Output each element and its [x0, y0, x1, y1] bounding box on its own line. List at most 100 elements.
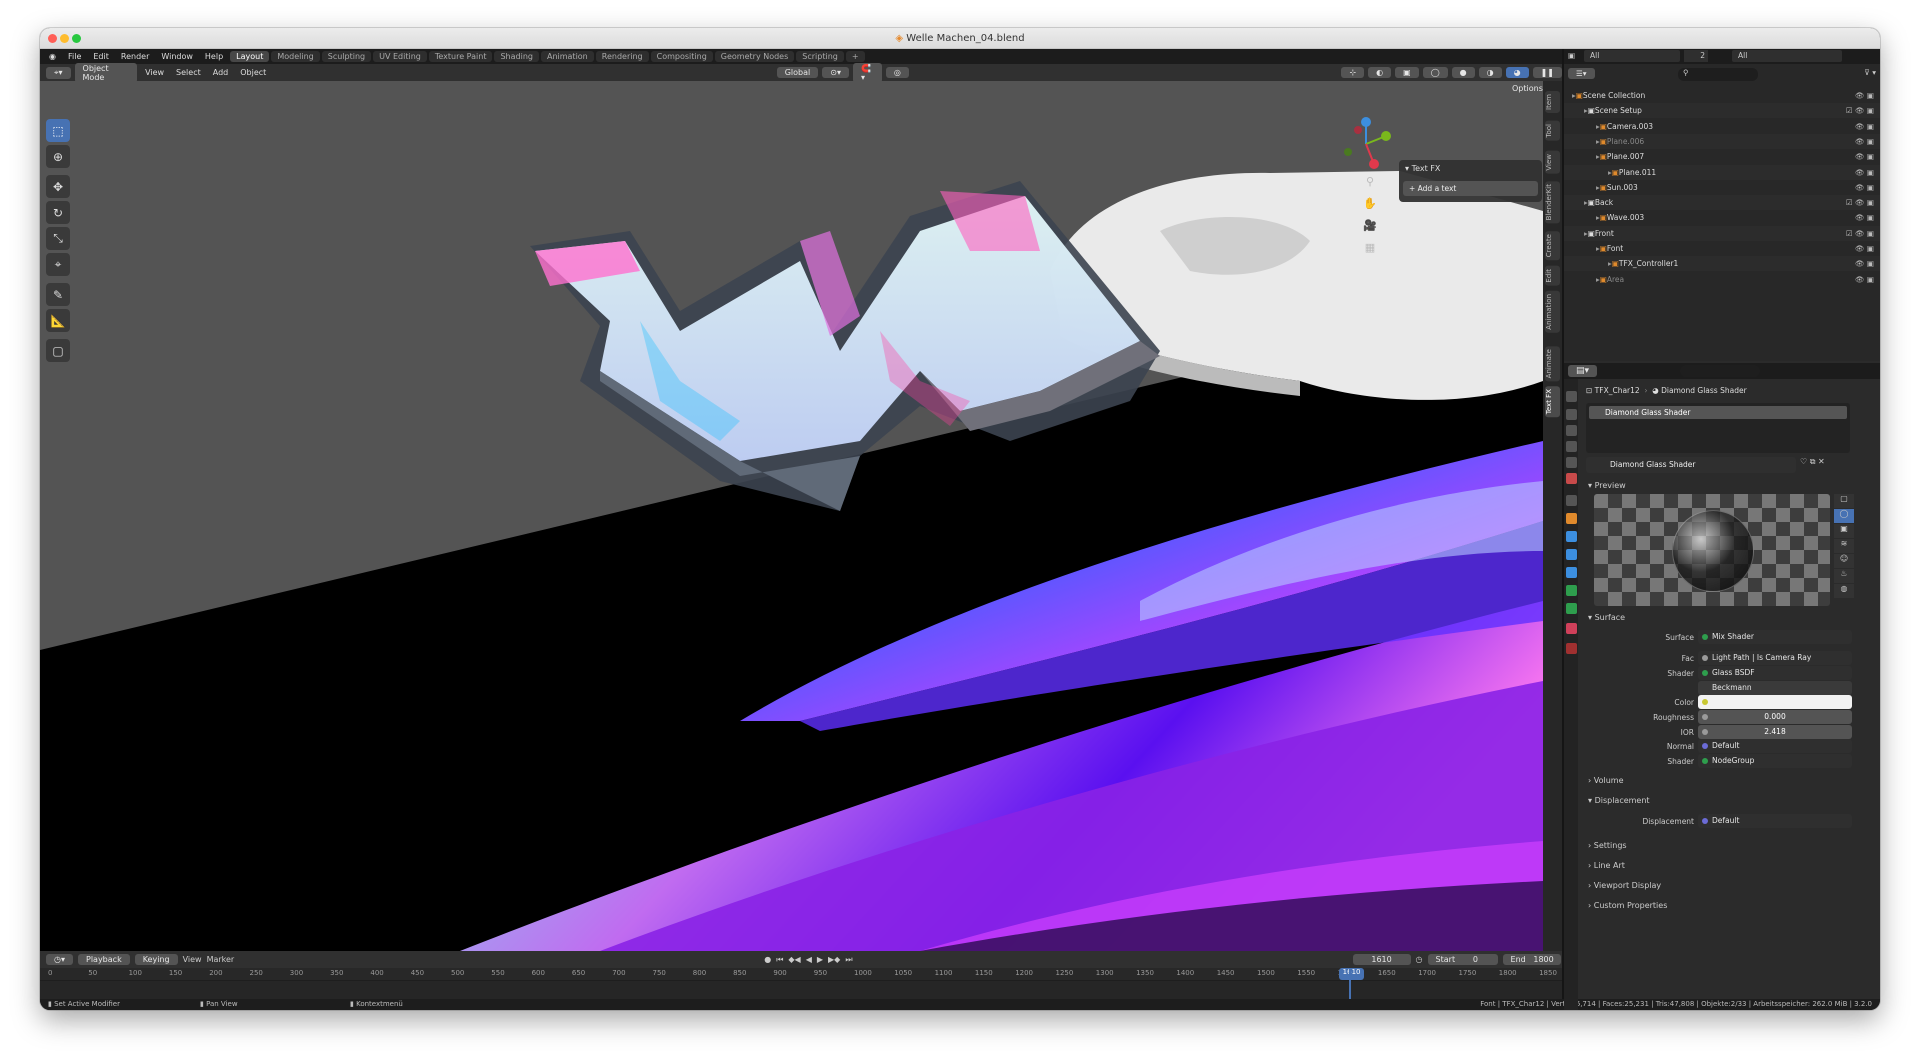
- menu-file[interactable]: File: [63, 52, 86, 61]
- outliner-row[interactable]: ▸ ▣ Area 👁 ▣: [1564, 272, 1880, 287]
- shading-material-icon[interactable]: ◑: [1478, 67, 1502, 78]
- shader-input-field[interactable]: Default: [1698, 739, 1852, 753]
- outliner-row[interactable]: ▸ ▣ Wave.003 👁 ▣: [1564, 210, 1880, 225]
- tab-item[interactable]: Item: [1545, 91, 1560, 113]
- modifier-tab-icon[interactable]: [1566, 531, 1577, 542]
- playback-dropdown[interactable]: Playback: [78, 954, 130, 965]
- shader-input-field[interactable]: [1698, 695, 1852, 709]
- texture-tab-icon[interactable]: [1566, 643, 1577, 654]
- view-layer-field[interactable]: All: [1732, 50, 1842, 62]
- pan-view-icon[interactable]: ✋: [1358, 191, 1382, 215]
- volume-section-header[interactable]: › Volume: [1588, 776, 1624, 785]
- outliner-search-input[interactable]: ⚲: [1678, 68, 1758, 81]
- outliner-row[interactable]: ▸ ▣ Sun.003 👁 ▣: [1564, 180, 1880, 195]
- outliner[interactable]: ▣ All 2 All ☰▾ ⚲ ⊽ ▾ ▸ ▣ Scene Collectio…: [1564, 49, 1880, 361]
- gizmo-toggle-icon[interactable]: ⊹: [1341, 67, 1365, 78]
- shading-rendered-icon[interactable]: ◕: [1505, 67, 1529, 78]
- data-tab-icon[interactable]: [1566, 603, 1577, 614]
- object-tab-icon[interactable]: [1566, 513, 1577, 524]
- outliner-row[interactable]: ▸ ▣ TFX_Controller1 👁 ▣: [1564, 256, 1880, 272]
- world-tab-icon[interactable]: [1566, 473, 1577, 484]
- timeline-menu-view[interactable]: View: [183, 955, 202, 964]
- menu-edit[interactable]: Edit: [88, 52, 114, 61]
- overlay-toggle-icon[interactable]: ◐: [1368, 67, 1392, 78]
- outliner-row[interactable]: ▸ ▣ Scene Setup ☑ 👁 ▣: [1564, 103, 1880, 119]
- menu-object[interactable]: Object: [236, 68, 270, 77]
- fake-user-icon[interactable]: ♡: [1800, 457, 1807, 466]
- select-box-tool-icon[interactable]: ⬚: [46, 119, 70, 142]
- scene-field[interactable]: All: [1584, 50, 1680, 62]
- playhead[interactable]: [1348, 969, 1351, 999]
- visibility-icons[interactable]: 👁 ▣: [1855, 168, 1874, 177]
- shading-solid-icon[interactable]: ●: [1451, 67, 1475, 78]
- visibility-icons[interactable]: 👁 ▣: [1855, 122, 1874, 131]
- end-frame-field[interactable]: End 1800: [1502, 954, 1561, 965]
- properties-editor-type-icon[interactable]: ▤▾: [1568, 365, 1598, 377]
- preview-sphere-icon[interactable]: ◯: [1834, 509, 1854, 523]
- workspace-tab-texture-paint[interactable]: Texture Paint: [428, 51, 493, 62]
- preview-fluid-icon[interactable]: ♨: [1834, 569, 1854, 583]
- scale-tool-icon[interactable]: ⤡: [46, 227, 70, 250]
- rotate-tool-icon[interactable]: ↻: [46, 201, 70, 224]
- outliner-row[interactable]: ▸ ▣ Font 👁 ▣: [1564, 241, 1880, 256]
- line-art-section-header[interactable]: › Line Art: [1588, 861, 1625, 870]
- shader-input-field[interactable]: Glass BSDF: [1698, 666, 1852, 680]
- preview-section-header[interactable]: ▾ Preview: [1588, 481, 1626, 490]
- options-dropdown[interactable]: Options: [1504, 83, 1543, 94]
- displacement-section-header[interactable]: ▾ Displacement: [1588, 796, 1650, 805]
- material-slot-item[interactable]: Diamond Glass Shader: [1589, 406, 1847, 419]
- transform-orientation-dropdown[interactable]: Global: [776, 67, 819, 78]
- menu-window[interactable]: Window: [156, 52, 198, 61]
- visibility-icons[interactable]: ☑ 👁 ▣: [1846, 229, 1874, 238]
- start-frame-field[interactable]: Start 0: [1427, 954, 1498, 965]
- workspace-tab-compositing[interactable]: Compositing: [650, 51, 713, 62]
- physics-tab-icon[interactable]: [1566, 567, 1577, 578]
- jump-keyframe-back-icon[interactable]: ◆◀: [788, 955, 800, 964]
- menu-view[interactable]: View: [141, 68, 168, 77]
- 3d-viewport[interactable]: ⬚ ⊕ ✥ ↻ ⤡ ⌖ ✎ 📐 ▢ ⚲ ✋ 🎥 ▦ ▾ Text FX + Ad…: [40, 81, 1543, 951]
- tab-animation[interactable]: Animation: [1545, 291, 1560, 333]
- xray-toggle-icon[interactable]: ▣: [1395, 67, 1419, 78]
- tab-edit[interactable]: Edit: [1545, 266, 1560, 286]
- visibility-icons[interactable]: 👁 ▣: [1855, 183, 1874, 192]
- minimize-window-button[interactable]: [60, 34, 69, 43]
- custom-properties-section-header[interactable]: › Custom Properties: [1588, 901, 1667, 910]
- ortho-toggle-icon[interactable]: ▦: [1358, 235, 1382, 259]
- navigation-gizmo[interactable]: [1336, 114, 1396, 174]
- collection-tab-icon[interactable]: [1566, 495, 1577, 506]
- outliner-row[interactable]: ▸ ▣ Scene Collection 👁 ▣: [1564, 88, 1880, 103]
- workspace-tab-rendering[interactable]: Rendering: [595, 51, 649, 62]
- workspace-tab-shading[interactable]: Shading: [494, 51, 539, 62]
- view-layer-tab-icon[interactable]: [1566, 441, 1577, 452]
- preview-shaderball-icon[interactable]: ◍: [1834, 584, 1854, 598]
- shader-input-field[interactable]: 0.000: [1698, 710, 1852, 724]
- editor-type-dropdown[interactable]: ⌖▾: [46, 66, 71, 79]
- snap-icon[interactable]: 🧲▾: [852, 62, 882, 83]
- outliner-row[interactable]: ▸ ▣ Plane.006 👁 ▣: [1564, 133, 1880, 149]
- annotate-tool-icon[interactable]: ✎: [46, 283, 70, 306]
- timeline-ruler[interactable]: 0 50 100 150 200 250 300 350 400 450 500 550 600 650 7…: [40, 968, 1562, 980]
- outliner-row[interactable]: ▸ ▣ Plane.007 👁 ▣: [1564, 149, 1880, 164]
- visibility-icons[interactable]: ☑ 👁 ▣: [1846, 106, 1874, 115]
- visibility-icons[interactable]: 👁 ▣: [1855, 259, 1874, 268]
- measure-tool-icon[interactable]: 📐: [46, 309, 70, 332]
- pivot-icon[interactable]: ⊙▾: [822, 67, 849, 78]
- outliner-row[interactable]: ▸ ▣ Back ☑ 👁 ▣: [1564, 195, 1880, 211]
- visibility-icons[interactable]: 👁 ▣: [1855, 152, 1874, 161]
- outliner-row[interactable]: ▸ ▣ Front ☑ 👁 ▣: [1564, 225, 1880, 241]
- preview-flat-icon[interactable]: ▢: [1834, 494, 1854, 508]
- camera-view-icon[interactable]: 🎥: [1358, 213, 1382, 237]
- material-name-field[interactable]: Diamond Glass Shader: [1586, 457, 1796, 473]
- properties-editor[interactable]: ▤▾ ⊡ TFX_Char12 › ◕ Diamond Glass Shader…: [1564, 363, 1880, 1010]
- shader-input-field[interactable]: Beckmann: [1698, 681, 1852, 695]
- particles-tab-icon[interactable]: [1566, 549, 1577, 560]
- workspace-tab-modeling[interactable]: Modeling: [271, 51, 320, 62]
- material-tab-icon[interactable]: [1566, 623, 1577, 634]
- material-slot-list[interactable]: Diamond Glass Shader: [1586, 403, 1850, 453]
- blender-logo-icon[interactable]: ◉: [44, 52, 61, 61]
- visibility-icons[interactable]: ☑ 👁 ▣: [1846, 198, 1874, 207]
- visibility-icons[interactable]: 👁 ▣: [1855, 275, 1874, 284]
- settings-section-header[interactable]: › Settings: [1588, 841, 1627, 850]
- properties-search-input[interactable]: [1680, 365, 1760, 377]
- workspace-tab-animation[interactable]: Animation: [540, 51, 594, 62]
